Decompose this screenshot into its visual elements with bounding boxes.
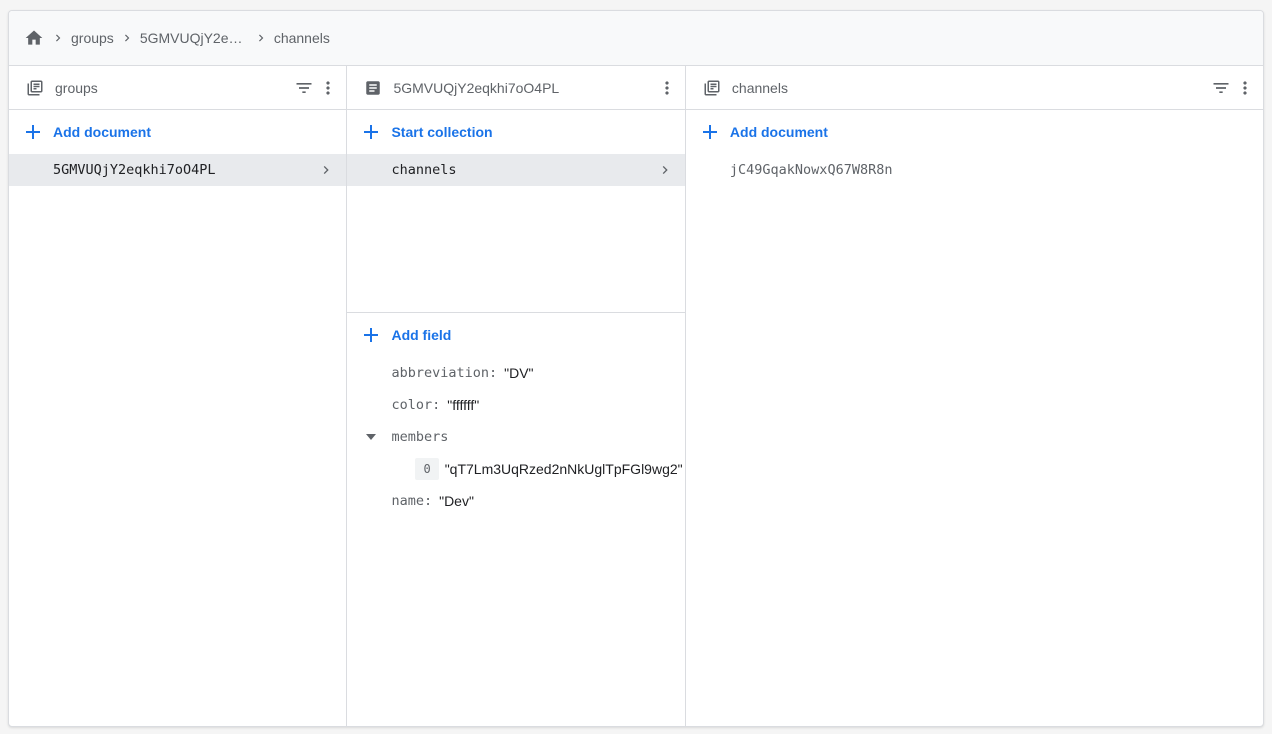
field-value: "DV" (504, 365, 534, 381)
document-panel: 5GMVUQjY2eqkhi7oO4PL Start collection ch… (347, 66, 686, 726)
chevron-right-icon (114, 31, 140, 45)
document-icon (363, 78, 383, 98)
add-document-label: Add document (53, 124, 151, 140)
list-item[interactable]: 5GMVUQjY2eqkhi7oO4PL (9, 154, 347, 186)
collection-panel-channels: channels Add document jC49GqakNowxQ67W8R… (685, 66, 1263, 726)
breadcrumb-item-groups[interactable]: groups (71, 30, 114, 46)
add-field-label: Add field (391, 327, 452, 343)
field-value: "ffffff" (447, 397, 480, 413)
field-key: abbreviation: (391, 365, 498, 381)
panel-title: groups (55, 79, 98, 96)
more-vert-icon[interactable] (655, 76, 679, 100)
filter-icon[interactable] (1209, 76, 1233, 100)
start-collection-label: Start collection (391, 124, 493, 140)
chevron-right-icon (318, 162, 334, 178)
field-key: members (391, 429, 449, 445)
collection-id: channels (391, 162, 457, 178)
caret-down-icon[interactable] (363, 429, 379, 445)
field-row[interactable]: name: "Dev" (347, 485, 684, 517)
firestore-data-viewer: groups 5GMVUQjY2eqk... channels groups A… (8, 10, 1264, 727)
document-id: jC49GqakNowxQ67W8R8n (729, 162, 893, 178)
chevron-right-icon (657, 162, 673, 178)
breadcrumb-item-channels[interactable]: channels (274, 30, 330, 46)
chevron-right-icon (45, 31, 71, 45)
fields-section: Add field abbreviation: "DV" color: "fff… (347, 313, 684, 517)
home-icon[interactable] (23, 27, 45, 49)
plus-icon (25, 124, 41, 140)
add-field-button[interactable]: Add field (347, 313, 684, 357)
plus-icon (363, 124, 379, 140)
collection-icon (25, 78, 45, 98)
panel-header: channels (685, 66, 1263, 110)
field-row[interactable]: abbreviation: "DV" (347, 357, 684, 389)
array-index: 0 (415, 458, 439, 480)
list-item[interactable]: channels (347, 154, 685, 186)
chevron-right-icon (248, 31, 274, 45)
field-key: name: (391, 493, 433, 509)
field-row[interactable]: color: "ffffff" (347, 389, 684, 421)
plus-icon (702, 124, 718, 140)
field-value: "Dev" (439, 493, 474, 509)
array-item-row[interactable]: 0 "qT7Lm3UqRzed2nNkUglTpFGl9wg2" (347, 453, 684, 485)
plus-icon (363, 327, 379, 343)
field-value: "qT7Lm3UqRzed2nNkUglTpFGl9wg2" (444, 461, 683, 477)
panel-title: channels (731, 79, 788, 96)
collection-icon (702, 78, 722, 98)
collection-panel-groups: groups Add document 5GMVUQjY2eqkhi7oO4PL (9, 66, 348, 726)
add-document-button[interactable]: Add document (9, 110, 346, 154)
add-document-label: Add document (729, 124, 828, 140)
more-vert-icon[interactable] (1233, 76, 1257, 100)
field-row-array[interactable]: members (347, 421, 684, 453)
panel-title: 5GMVUQjY2eqkhi7oO4PL (393, 79, 560, 96)
field-key: color: (391, 397, 441, 413)
list-item[interactable]: jC49GqakNowxQ67W8R8n (686, 154, 1263, 186)
document-id: 5GMVUQjY2eqkhi7oO4PL (53, 162, 216, 178)
panels: groups Add document 5GMVUQjY2eqkhi7oO4PL (9, 66, 1263, 726)
subcollections-section: Start collection channels (347, 110, 685, 313)
breadcrumb-item-document[interactable]: 5GMVUQjY2eqk... (140, 30, 248, 46)
breadcrumb: groups 5GMVUQjY2eqk... channels (9, 11, 1263, 66)
filter-icon[interactable] (292, 76, 316, 100)
start-collection-button[interactable]: Start collection (347, 110, 684, 154)
panel-header: groups (9, 66, 347, 110)
more-vert-icon[interactable] (316, 76, 340, 100)
panel-header: 5GMVUQjY2eqkhi7oO4PL (347, 66, 685, 110)
add-document-button[interactable]: Add document (686, 110, 1263, 154)
